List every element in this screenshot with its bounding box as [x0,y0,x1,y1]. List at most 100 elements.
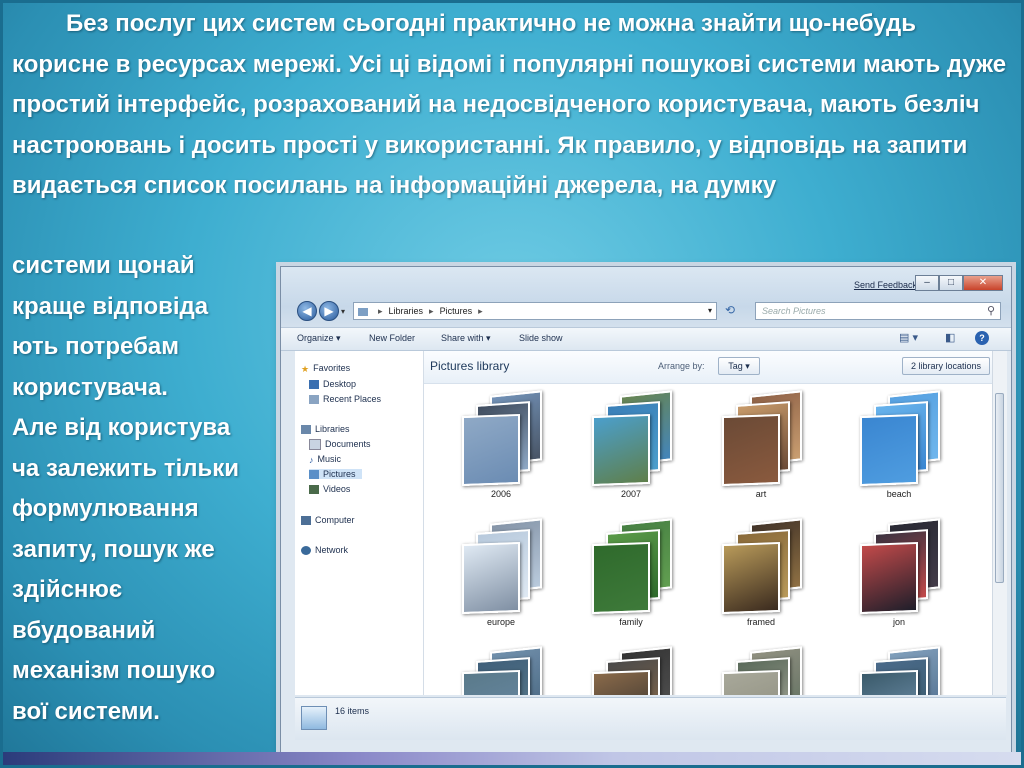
photo-stack-thumbnail [590,518,674,615]
desktop-icon [309,380,319,390]
nav-label: Recent Places [323,394,382,404]
explorer-window: Send Feedback – □ ✕ ◀ ▶ ▾ ▸ Libraries ▸ Pic… [280,266,1012,754]
photo-stack-thumbnail [858,390,942,487]
nav-label: Desktop [323,379,357,389]
documents-icon [309,439,321,451]
nav-label: Music [317,454,342,464]
nav-libraries[interactable]: Libraries [301,424,350,435]
folder-item[interactable] [576,645,686,695]
nav-label: Videos [323,484,351,494]
slide-show-button[interactable]: Slide show [519,333,563,343]
nav-label: Computer [315,515,355,525]
music-icon: ♪ [309,455,314,466]
folder-item[interactable] [844,645,954,695]
library-locations-button[interactable]: 2 library locations [902,357,990,375]
folder-item[interactable] [706,645,816,695]
forward-button[interactable]: ▶ [319,301,339,321]
recent-places-icon [309,395,319,405]
help-icon: ? [975,331,989,345]
search-input[interactable]: Search Pictures ⚲ [755,302,1001,320]
nav-label: Documents [325,439,371,449]
send-feedback-link[interactable]: Send Feedback [854,280,917,290]
left-text-line: запиту, пошук же [12,535,215,563]
photo-thumbnail [592,541,650,615]
nav-desktop[interactable]: Desktop [309,379,357,390]
folder-item[interactable]: framed [706,517,816,635]
nav-label: Network [315,545,349,555]
photo-stack-thumbnail [858,646,942,695]
nav-pictures[interactable]: Pictures [309,469,362,480]
photo-thumbnail [722,669,780,695]
search-placeholder: Search Pictures [762,306,826,316]
maximize-button[interactable]: □ [939,275,963,291]
nav-recent-places[interactable]: Recent Places [309,394,382,405]
photo-stack-thumbnail [460,390,544,487]
folder-item[interactable]: 2006 [446,389,556,507]
photo-stack-thumbnail [858,518,942,615]
pictures-library-icon [301,706,327,730]
window-controls: – □ ✕ [915,275,1003,291]
libraries-icon [301,425,311,435]
photo-stack-thumbnail [590,390,674,487]
back-button[interactable]: ◀ [297,301,317,321]
item-count: 16 items [335,706,370,716]
nav-computer[interactable]: Computer [301,515,355,526]
left-text-line: формулювання [12,495,199,522]
folder-name: 2007 [620,489,642,499]
folder-item[interactable]: europe [446,517,556,635]
scrollbar-thumb[interactable] [995,393,1004,583]
paragraph-top-text: Без послуг цих систем сьогодні практично… [12,10,1007,199]
folder-item[interactable]: beach [844,389,954,507]
photo-thumbnail [592,413,650,487]
file-list-pane: Pictures library Arrange by: Tag ▾ 2 lib… [424,351,992,695]
slide-bottom-strip [0,752,1024,768]
help-button[interactable]: ? [975,331,989,345]
library-icon [358,307,368,316]
left-text-line: системи щонай [12,252,195,279]
nav-videos[interactable]: Videos [309,484,351,495]
refresh-icon[interactable]: ⟲ [725,303,735,317]
left-text-line: ча залежить тільки [12,454,240,482]
folder-item[interactable]: 2007 [576,389,686,507]
left-text-line: Але від користува [12,414,231,441]
vertical-scrollbar[interactable] [992,351,1007,695]
photo-thumbnail [462,541,520,615]
folder-item[interactable]: family [576,517,686,635]
left-text-line: користувача. [12,373,168,401]
search-icon[interactable]: ⚲ [987,303,995,319]
share-with-button[interactable]: Share with ▾ [441,333,491,344]
folder-name: family [619,617,643,627]
library-title: Pictures library [430,359,510,373]
photo-thumbnail [722,413,780,487]
nav-music[interactable]: ♪ Music [309,454,342,466]
arrange-by-dropdown[interactable]: Tag ▾ [718,357,760,375]
nav-documents[interactable]: Documents [309,439,371,451]
address-bar[interactable]: ▸ Libraries ▸ Pictures ▸ ▾ [353,302,717,320]
left-text-line: механізм пошуко [12,657,216,684]
close-button[interactable]: ✕ [963,275,1003,291]
photo-thumbnail [860,541,918,615]
photo-thumbnail [592,669,650,695]
minimize-button[interactable]: – [915,275,939,291]
breadcrumb-pictures[interactable]: Pictures [440,306,473,316]
recent-pages-dropdown-icon[interactable]: ▾ [341,307,345,316]
folder-item[interactable] [446,645,556,695]
nav-label: Libraries [315,424,350,434]
breadcrumb-libraries[interactable]: Libraries [389,306,424,316]
details-pane: 16 items [295,697,1006,740]
preview-pane-icon[interactable]: ◧ [945,331,955,344]
address-row: ◀ ▶ ▾ ▸ Libraries ▸ Pictures ▸ ▾ ⟲ Search Pi… [281,297,1011,325]
nav-favorites[interactable]: ★ Favorites [301,363,350,374]
photo-stack-thumbnail [460,646,544,695]
nav-network[interactable]: Network [301,545,349,556]
new-folder-button[interactable]: New Folder [369,333,415,343]
folder-item[interactable]: art [706,389,816,507]
organize-button[interactable]: Organize ▾ [297,333,341,344]
folder-item[interactable]: jon [844,517,954,635]
photo-thumbnail [462,669,520,695]
change-view-icon[interactable]: ▤ ▾ [899,331,918,344]
arrange-by-label: Arrange by: [658,361,705,371]
folder-name: art [755,489,767,499]
folder-name: jon [892,617,905,627]
address-dropdown-icon[interactable]: ▾ [708,303,712,319]
